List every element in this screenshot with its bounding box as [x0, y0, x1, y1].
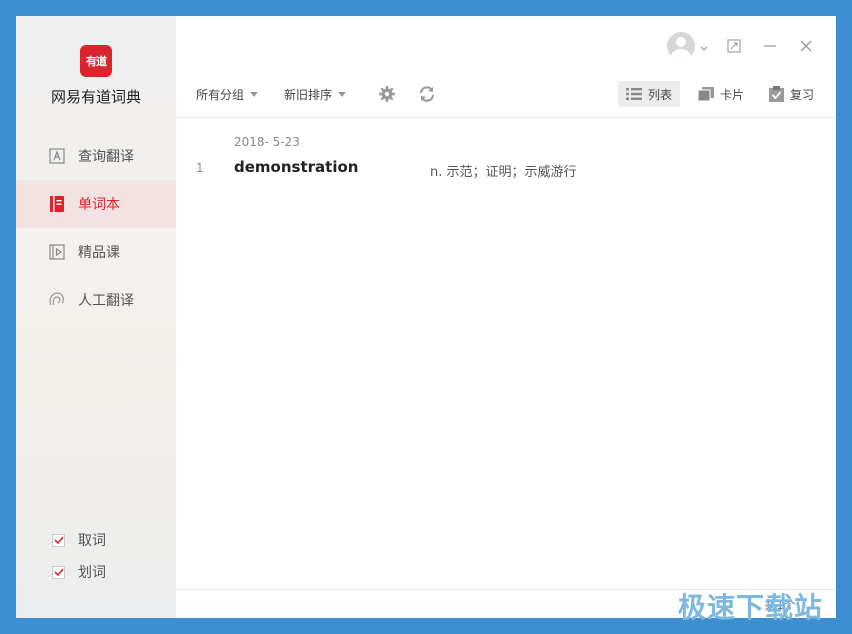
sort-order-label: 新旧排序	[284, 87, 333, 102]
row-word[interactable]: demonstration	[234, 158, 358, 176]
selection-capture-label: 划词	[78, 565, 106, 581]
account-menu[interactable]	[667, 32, 708, 60]
sidebar-item-label: 单词本	[78, 197, 120, 213]
app-name: 网易有道词典	[50, 88, 141, 106]
youdao-logo: 有道	[80, 45, 112, 77]
title-bar-controls	[667, 32, 816, 60]
review-label: 复习	[790, 87, 815, 102]
sidebar-item-label: 精品课	[78, 245, 120, 261]
settings-button[interactable]	[377, 84, 397, 104]
card-view-label: 卡片	[720, 87, 745, 102]
card-view-button[interactable]: 卡片	[690, 81, 752, 107]
avatar[interactable]	[667, 32, 695, 60]
sidebar-item-label: 人工翻译	[78, 293, 134, 309]
sync-icon	[419, 86, 435, 102]
maximize-button[interactable]	[724, 36, 744, 56]
clipboard-check-icon	[769, 86, 784, 102]
minimize-button[interactable]	[760, 36, 780, 56]
date-group-header: 2018- 5-23	[234, 135, 300, 149]
course-play-icon	[48, 243, 66, 261]
selection-capture-checkbox[interactable]	[52, 565, 65, 579]
main-panel: 所有分组 新旧排序 列表 卡片 复习 2018- 5-23 1 demonstr…	[176, 16, 836, 618]
minimize-icon	[764, 45, 776, 47]
watermark-text: 极速下载站	[678, 591, 824, 624]
list-view-label: 列表	[648, 87, 673, 102]
list-icon	[626, 88, 642, 100]
sidebar-item-wordbook[interactable]: 单词本	[16, 180, 176, 228]
word-capture-checkbox[interactable]	[52, 533, 65, 547]
table-row[interactable]: 1 demonstration n. 示范；证明；示威游行	[176, 158, 836, 182]
sidebar-item-human-translation[interactable]: 人工翻译	[16, 276, 176, 324]
review-button[interactable]: 复习	[761, 81, 822, 107]
sync-button[interactable]	[417, 84, 437, 104]
sidebar-item-label: 查询翻译	[78, 149, 134, 165]
dictionary-icon	[48, 147, 66, 165]
word-capture-label: 取词	[78, 533, 106, 549]
row-index: 1	[196, 161, 204, 175]
caret-down-icon	[338, 91, 347, 97]
capture-options: 取词 划词	[52, 524, 106, 588]
wordbook-toolbar: 所有分组 新旧排序 列表 卡片 复习	[176, 80, 836, 118]
chevron-down-icon	[700, 37, 708, 56]
sidebar: 有道 网易有道词典 查询翻译 单词本 精品课 人工翻译 取词 划词	[16, 16, 176, 618]
sort-order-dropdown[interactable]: 新旧排序	[284, 80, 347, 108]
gear-icon	[379, 86, 395, 102]
list-view-button[interactable]: 列表	[618, 81, 681, 107]
app-window: 有道 网易有道词典 查询翻译 单词本 精品课 人工翻译 取词 划词 所有分组 新…	[16, 16, 836, 618]
sidebar-nav: 查询翻译 单词本 精品课 人工翻译	[16, 132, 176, 324]
toolbar-divider	[176, 117, 836, 118]
group-filter-dropdown[interactable]: 所有分组	[196, 80, 259, 108]
sidebar-item-courses[interactable]: 精品课	[16, 228, 176, 276]
row-definition: n. 示范；证明；示威游行	[430, 165, 577, 180]
caret-down-icon	[250, 91, 259, 97]
word-capture-option[interactable]: 取词	[52, 524, 106, 556]
group-filter-label: 所有分组	[196, 87, 245, 102]
card-icon	[698, 87, 714, 101]
maximize-icon	[727, 39, 741, 53]
close-button[interactable]	[796, 36, 816, 56]
close-icon	[800, 40, 812, 52]
selection-capture-option[interactable]: 划词	[52, 556, 106, 588]
sidebar-item-lookup[interactable]: 查询翻译	[16, 132, 176, 180]
wordbook-icon	[48, 195, 66, 213]
human-translate-icon	[48, 291, 66, 309]
